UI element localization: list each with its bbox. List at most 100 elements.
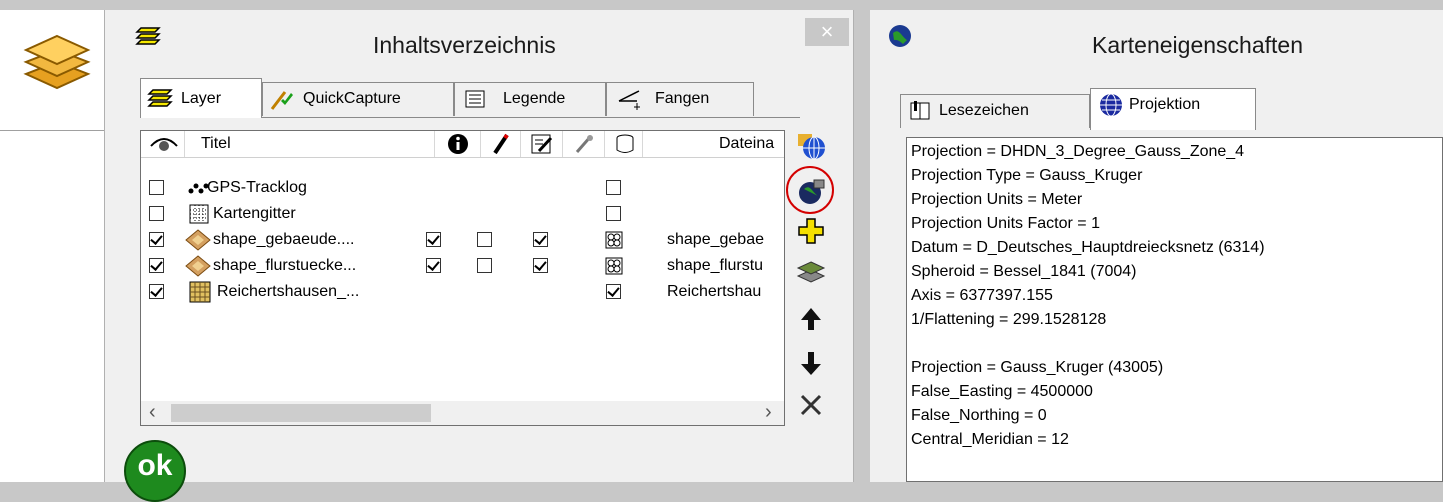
layer-properties-button[interactable]	[796, 256, 826, 286]
visible-checkbox[interactable]	[149, 232, 164, 247]
snap-checkbox[interactable]	[606, 284, 621, 299]
projection-line: Projection Type = Gauss_Kruger	[911, 167, 1143, 184]
edit-attributes-checkbox[interactable]	[533, 232, 548, 247]
database-icon	[616, 134, 634, 153]
close-button[interactable]: ×	[805, 18, 849, 46]
snap-pattern-icon[interactable]	[605, 231, 623, 249]
edit-checkbox[interactable]	[477, 258, 492, 273]
snap-pattern-icon[interactable]	[605, 257, 623, 275]
col-title[interactable]: Titel	[185, 131, 435, 157]
projection-line: Central_Meridian = 12	[911, 431, 1069, 448]
horizontal-scrollbar[interactable]: ‹ ›	[141, 401, 784, 425]
strip-top-bar	[0, 0, 122, 10]
col-info[interactable]	[435, 131, 481, 157]
projection-line: False_Northing = 0	[911, 407, 1047, 424]
layer-stack-icon	[796, 261, 826, 283]
table-row[interactable]: shape_flurstuecke... shape_flurstu	[141, 253, 784, 279]
projection-line: 1/Flattening = 299.1528128	[911, 311, 1107, 328]
tab-projektion-label: Projektion	[1129, 96, 1201, 113]
edit-attributes-checkbox[interactable]	[533, 258, 548, 273]
snap-checkbox[interactable]	[606, 180, 621, 195]
tab-legende-label: Legende	[503, 90, 566, 107]
info-checkbox[interactable]	[426, 232, 441, 247]
edit-form-icon	[531, 134, 553, 154]
move-up-button[interactable]	[796, 304, 826, 334]
visible-checkbox[interactable]	[149, 206, 164, 221]
plus-icon	[798, 218, 824, 244]
move-down-button[interactable]	[796, 348, 826, 378]
delete-x-icon	[800, 394, 822, 416]
visible-checkbox[interactable]	[149, 180, 164, 195]
globe-projector-icon	[799, 179, 825, 204]
legend-icon	[465, 90, 485, 108]
projection-line: Projection = DHDN_3_Degree_Gauss_Zone_4	[911, 143, 1245, 160]
shape-layer-icon	[185, 229, 211, 251]
info-checkbox[interactable]	[426, 258, 441, 273]
raster-layer-icon	[189, 281, 211, 303]
edit-checkbox[interactable]	[477, 232, 492, 247]
projection-line: Spheroid = Bessel_1841 (7004)	[911, 263, 1137, 280]
scroll-left-button[interactable]: ‹	[149, 401, 156, 423]
toc-titlebar: Inhaltsverzeichnis ×	[105, 10, 853, 76]
projection-button[interactable]	[796, 176, 826, 206]
col-snap[interactable]	[563, 131, 605, 157]
layer-title: Kartengitter	[213, 205, 296, 222]
col-visible[interactable]	[141, 131, 185, 157]
snap-icon	[618, 90, 640, 110]
col-filename[interactable]: Dateina	[643, 131, 784, 157]
tab-quickcapture[interactable]: QuickCapture	[262, 82, 454, 116]
globe-add-icon	[798, 134, 825, 160]
layer-filename: shape_gebae	[667, 231, 764, 248]
tab-layer[interactable]: Layer	[140, 78, 262, 118]
map-properties-title: Karteneigenschaften	[1092, 32, 1303, 58]
projection-line: Datum = D_Deutsches_Hauptdreiecksnetz (6…	[911, 239, 1265, 256]
visible-checkbox[interactable]	[149, 284, 164, 299]
projection-line: False_Easting = 4500000	[911, 383, 1093, 400]
eye-icon	[150, 138, 178, 151]
layer-title: Reichertshausen_...	[217, 283, 360, 300]
grid-icon	[189, 204, 209, 224]
pencil-check-icon	[270, 91, 293, 110]
layer-list[interactable]: Titel Dateina GPS-Tracklog Kartengitter	[140, 130, 785, 426]
table-row[interactable]: Reichertshausen_... Reichertshau	[141, 279, 784, 305]
layers-icon	[147, 89, 173, 107]
pencil-icon	[493, 133, 509, 155]
ok-button[interactable]: ok	[124, 440, 186, 502]
tab-lesezeichen[interactable]: Lesezeichen	[900, 94, 1090, 128]
layers-title-icon	[135, 24, 161, 51]
projection-line: Projection Units Factor = 1	[911, 215, 1100, 232]
snap-col-icon	[575, 135, 593, 153]
table-row[interactable]: shape_gebaeude.... shape_gebae	[141, 227, 784, 253]
layer-filename: shape_flurstu	[667, 257, 764, 274]
layer-filename: Reichertshau	[667, 283, 762, 300]
layer-title: GPS-Tracklog	[207, 179, 307, 196]
visible-checkbox[interactable]	[149, 258, 164, 273]
layer-title: shape_flurstuecke...	[213, 257, 357, 274]
gps-track-icon	[188, 183, 209, 194]
scroll-right-button[interactable]: ›	[765, 401, 772, 423]
tab-projektion[interactable]: Projektion	[1090, 88, 1256, 130]
scrollbar-thumb[interactable]	[171, 404, 431, 422]
shape-layer-icon	[185, 255, 211, 277]
top-frame	[870, 0, 1443, 10]
layer-title: shape_gebaeude....	[213, 231, 355, 248]
projection-info-box[interactable]: Projection = DHDN_3_Degree_Gauss_Zone_4 …	[906, 137, 1443, 482]
info-icon	[448, 134, 468, 154]
toc-window-title: Inhaltsverzeichnis	[373, 32, 556, 58]
layers-logo-icon[interactable]	[22, 22, 92, 97]
col-edit[interactable]	[481, 131, 521, 157]
add-layer-button[interactable]	[796, 216, 826, 246]
projection-line: Projection = Gauss_Kruger (43005)	[911, 359, 1164, 376]
tab-lesezeichen-label: Lesezeichen	[939, 102, 1029, 119]
tab-fangen[interactable]: Fangen	[606, 82, 754, 116]
col-edit-attributes[interactable]	[521, 131, 563, 157]
table-row[interactable]: GPS-Tracklog	[141, 175, 784, 201]
col-file-icon[interactable]	[605, 131, 643, 157]
snap-checkbox[interactable]	[606, 206, 621, 221]
projection-globe-icon	[1100, 93, 1122, 117]
add-layer-globe-button[interactable]	[796, 130, 826, 160]
remove-layer-button[interactable]	[796, 390, 826, 420]
table-row[interactable]: Kartengitter	[141, 201, 784, 227]
tab-legende[interactable]: Legende	[454, 82, 606, 116]
layer-list-header: Titel Dateina	[141, 131, 784, 158]
